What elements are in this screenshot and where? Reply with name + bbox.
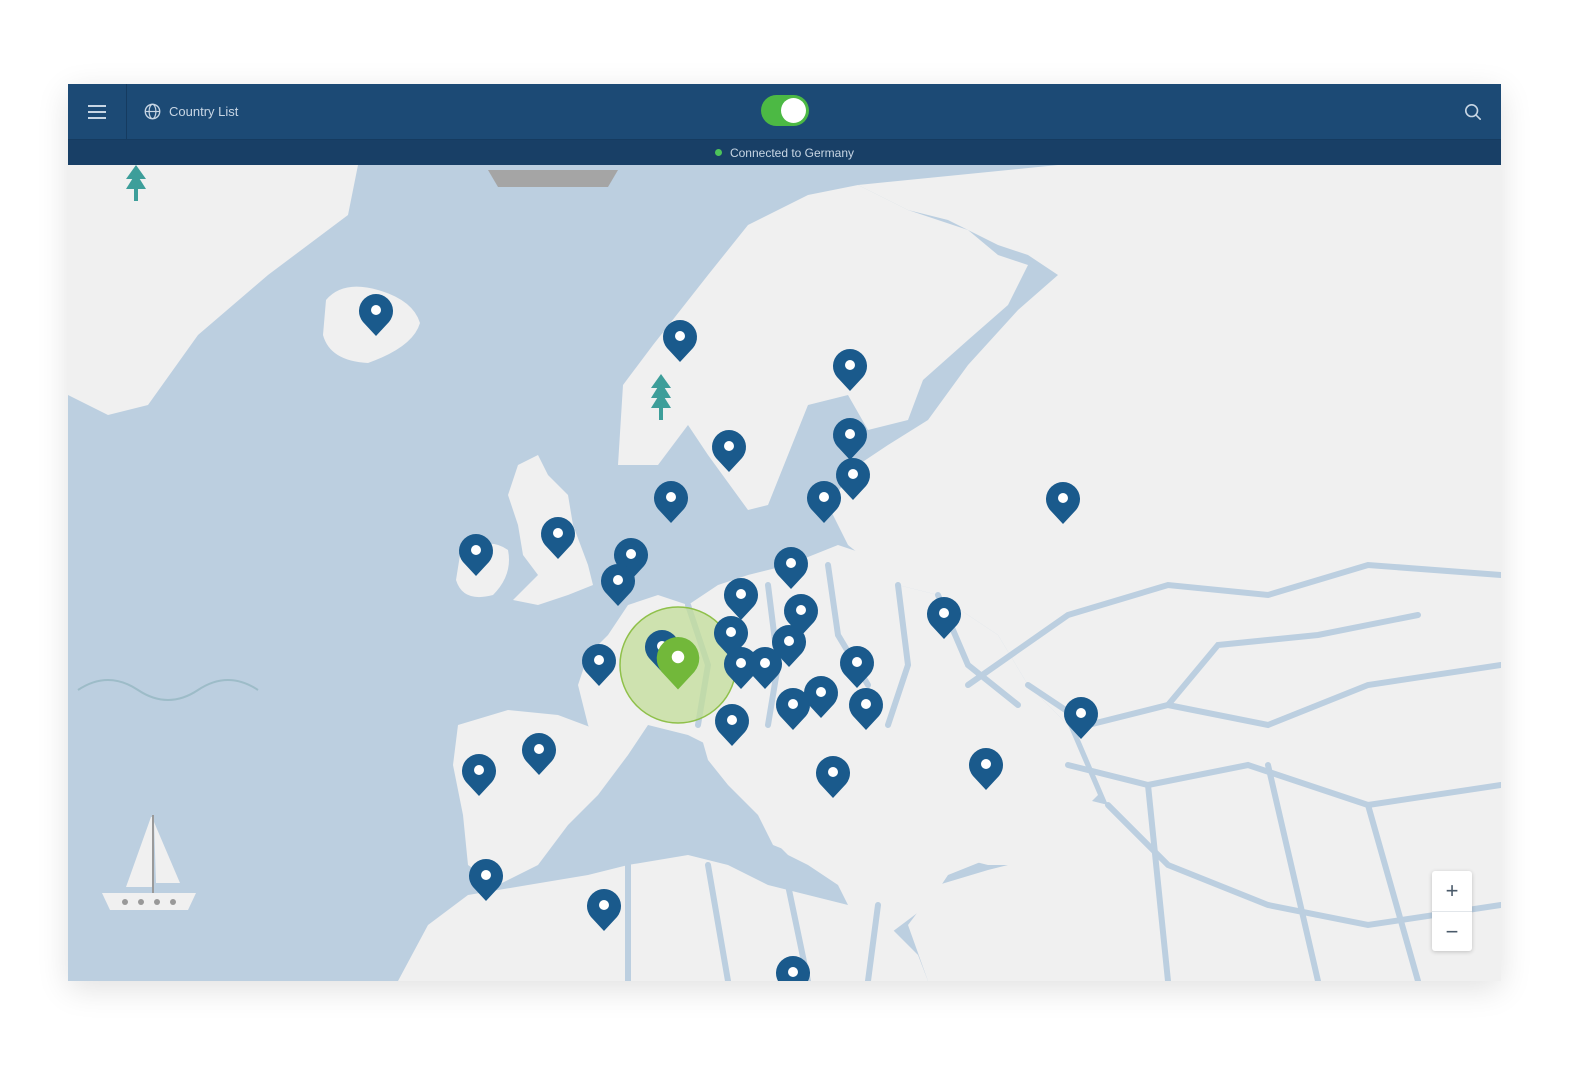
zoom-out-button[interactable]: −	[1432, 912, 1472, 952]
search-button[interactable]	[1457, 96, 1489, 128]
app-window: Country List Connected to Germany + −	[68, 84, 1501, 981]
connection-status-text: Connected to Germany	[729, 145, 855, 160]
country-list-button[interactable]: Country List	[144, 84, 238, 139]
hamburger-menu-icon	[88, 104, 106, 119]
menu-button[interactable]	[68, 84, 127, 139]
world-map[interactable]	[68, 165, 1501, 981]
map-canvas	[68, 165, 1501, 981]
zoom-in-button[interactable]: +	[1432, 871, 1472, 912]
search-icon	[1464, 103, 1482, 121]
connection-status-bar: Connected to Germany	[68, 140, 1501, 165]
globe-icon	[144, 103, 161, 120]
top-bar: Country List	[68, 84, 1501, 140]
toggle-knob	[781, 98, 806, 123]
country-list-label: Country List	[169, 104, 239, 119]
status-dot	[714, 149, 722, 156]
zoom-controls: + −	[1432, 871, 1472, 951]
vpn-toggle[interactable]	[761, 95, 809, 126]
